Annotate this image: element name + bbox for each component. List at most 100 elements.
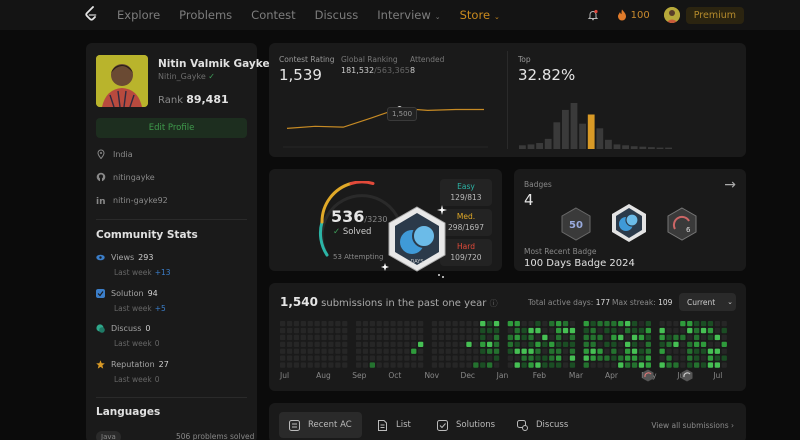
heatmap-cell[interactable] xyxy=(459,327,465,334)
heatmap-cell[interactable] xyxy=(507,334,513,341)
heatmap-cell[interactable] xyxy=(445,348,451,354)
heatmap-cell[interactable] xyxy=(507,348,513,354)
heatmap-cell[interactable] xyxy=(535,362,541,368)
heatmap-cell[interactable] xyxy=(300,348,306,354)
nav-interview[interactable]: Interview ⌄ xyxy=(377,8,440,22)
heatmap-cell[interactable] xyxy=(521,348,527,354)
heatmap-cell[interactable] xyxy=(631,334,638,341)
heatmap-cell[interactable] xyxy=(390,348,396,354)
heatmap-cell[interactable] xyxy=(328,321,334,327)
heatmap-cell[interactable] xyxy=(293,355,300,361)
heatmap-cell[interactable] xyxy=(355,334,362,341)
heatmap-cell[interactable] xyxy=(286,362,293,368)
heatmap-cell[interactable] xyxy=(604,327,610,334)
heatmap-cell[interactable] xyxy=(280,321,286,327)
heatmap-cell[interactable] xyxy=(625,334,631,341)
heatmap-cell[interactable] xyxy=(694,334,700,341)
heatmap-cell[interactable] xyxy=(631,341,638,347)
heatmap-cell[interactable] xyxy=(611,348,617,354)
heatmap-cell[interactable] xyxy=(418,362,424,368)
heatmap-cell[interactable] xyxy=(562,321,569,327)
heatmap-cell[interactable] xyxy=(342,341,348,347)
heatmap-cell[interactable] xyxy=(514,341,520,347)
heatmap-cell[interactable] xyxy=(604,321,610,327)
heatmap-cell[interactable] xyxy=(473,334,479,341)
heatmap-cell[interactable] xyxy=(480,355,486,361)
heatmap-cell[interactable] xyxy=(556,348,562,354)
heatmap-cell[interactable] xyxy=(549,355,555,361)
heatmap-cell[interactable] xyxy=(590,334,596,341)
heatmap-cell[interactable] xyxy=(714,327,720,334)
heatmap-cell[interactable] xyxy=(286,327,293,334)
heatmap-cell[interactable] xyxy=(369,327,375,334)
heatmap-cell[interactable] xyxy=(362,355,369,361)
heatmap-cell[interactable] xyxy=(280,355,286,361)
heatmap-cell[interactable] xyxy=(673,334,679,341)
heatmap-cell[interactable] xyxy=(438,321,444,327)
view-all-submissions-link[interactable]: View all submissions › xyxy=(651,421,734,430)
heatmap-cell[interactable] xyxy=(307,362,313,368)
heatmap-cell[interactable] xyxy=(445,334,451,341)
heatmap-cell[interactable] xyxy=(597,348,603,354)
heatmap-cell[interactable] xyxy=(300,362,306,368)
streak-count[interactable]: 100 xyxy=(631,10,650,21)
heatmap-cell[interactable] xyxy=(438,341,444,347)
heatmap-cell[interactable] xyxy=(314,341,320,347)
heatmap-cell[interactable] xyxy=(645,321,651,327)
heatmap-cell[interactable] xyxy=(583,355,589,361)
heatmap-cell[interactable] xyxy=(362,348,369,354)
heatmap-cell[interactable] xyxy=(562,355,569,361)
heatmap-cell[interactable] xyxy=(521,321,527,327)
heatmap-cell[interactable] xyxy=(638,362,645,368)
tab-list[interactable]: List xyxy=(367,412,421,438)
heatmap-cell[interactable] xyxy=(473,362,479,368)
heatmap-cell[interactable] xyxy=(480,334,486,341)
heatmap-cell[interactable] xyxy=(535,355,541,361)
heatmap-cell[interactable] xyxy=(618,341,624,347)
heatmap-cell[interactable] xyxy=(487,348,493,354)
heatmap-cell[interactable] xyxy=(328,348,334,354)
heatmap-cell[interactable] xyxy=(645,355,651,361)
heatmap-cell[interactable] xyxy=(590,327,596,334)
heatmap-cell[interactable] xyxy=(328,341,334,347)
heatmap-cell[interactable] xyxy=(397,334,403,341)
heatmap-cell[interactable] xyxy=(659,348,665,354)
heatmap-cell[interactable] xyxy=(362,327,369,334)
github-row[interactable]: nitingayke xyxy=(96,172,155,182)
heatmap-cell[interactable] xyxy=(466,327,472,334)
heatmap-cell[interactable] xyxy=(438,355,444,361)
heatmap-cell[interactable] xyxy=(335,321,341,327)
heatmap-cell[interactable] xyxy=(280,334,286,341)
heatmap-cell[interactable] xyxy=(694,327,700,334)
heatmap-cell[interactable] xyxy=(390,355,396,361)
heatmap-cell[interactable] xyxy=(562,334,569,341)
heatmap-cell[interactable] xyxy=(687,348,693,354)
heatmap-cell[interactable] xyxy=(694,348,700,354)
heatmap-cell[interactable] xyxy=(473,355,479,361)
heatmap-cell[interactable] xyxy=(280,341,286,347)
heatmap-cell[interactable] xyxy=(556,321,562,327)
heatmap-cell[interactable] xyxy=(328,362,334,368)
heatmap-cell[interactable] xyxy=(397,355,403,361)
heatmap-cell[interactable] xyxy=(700,334,707,341)
heatmap-cell[interactable] xyxy=(390,321,396,327)
heatmap-cell[interactable] xyxy=(721,355,727,361)
heatmap-cell[interactable] xyxy=(507,321,513,327)
heatmap-cell[interactable] xyxy=(528,321,534,327)
heatmap-cell[interactable] xyxy=(507,355,513,361)
heatmap-cell[interactable] xyxy=(680,362,686,368)
heatmap-cell[interactable] xyxy=(411,348,417,354)
heatmap-cell[interactable] xyxy=(542,355,548,361)
heatmap-cell[interactable] xyxy=(411,327,417,334)
heatmap-cell[interactable] xyxy=(369,334,375,341)
heatmap-cell[interactable] xyxy=(611,362,617,368)
heatmap-cell[interactable] xyxy=(694,321,700,327)
heatmap-cell[interactable] xyxy=(431,355,438,361)
heatmap-cell[interactable] xyxy=(321,355,327,361)
heatmap-cell[interactable] xyxy=(673,341,679,347)
heatmap-cell[interactable] xyxy=(569,321,576,327)
heatmap-cell[interactable] xyxy=(687,355,693,361)
heatmap-cell[interactable] xyxy=(556,362,562,368)
heatmap-cell[interactable] xyxy=(335,348,341,354)
badge-100-days-icon[interactable] xyxy=(610,203,648,243)
